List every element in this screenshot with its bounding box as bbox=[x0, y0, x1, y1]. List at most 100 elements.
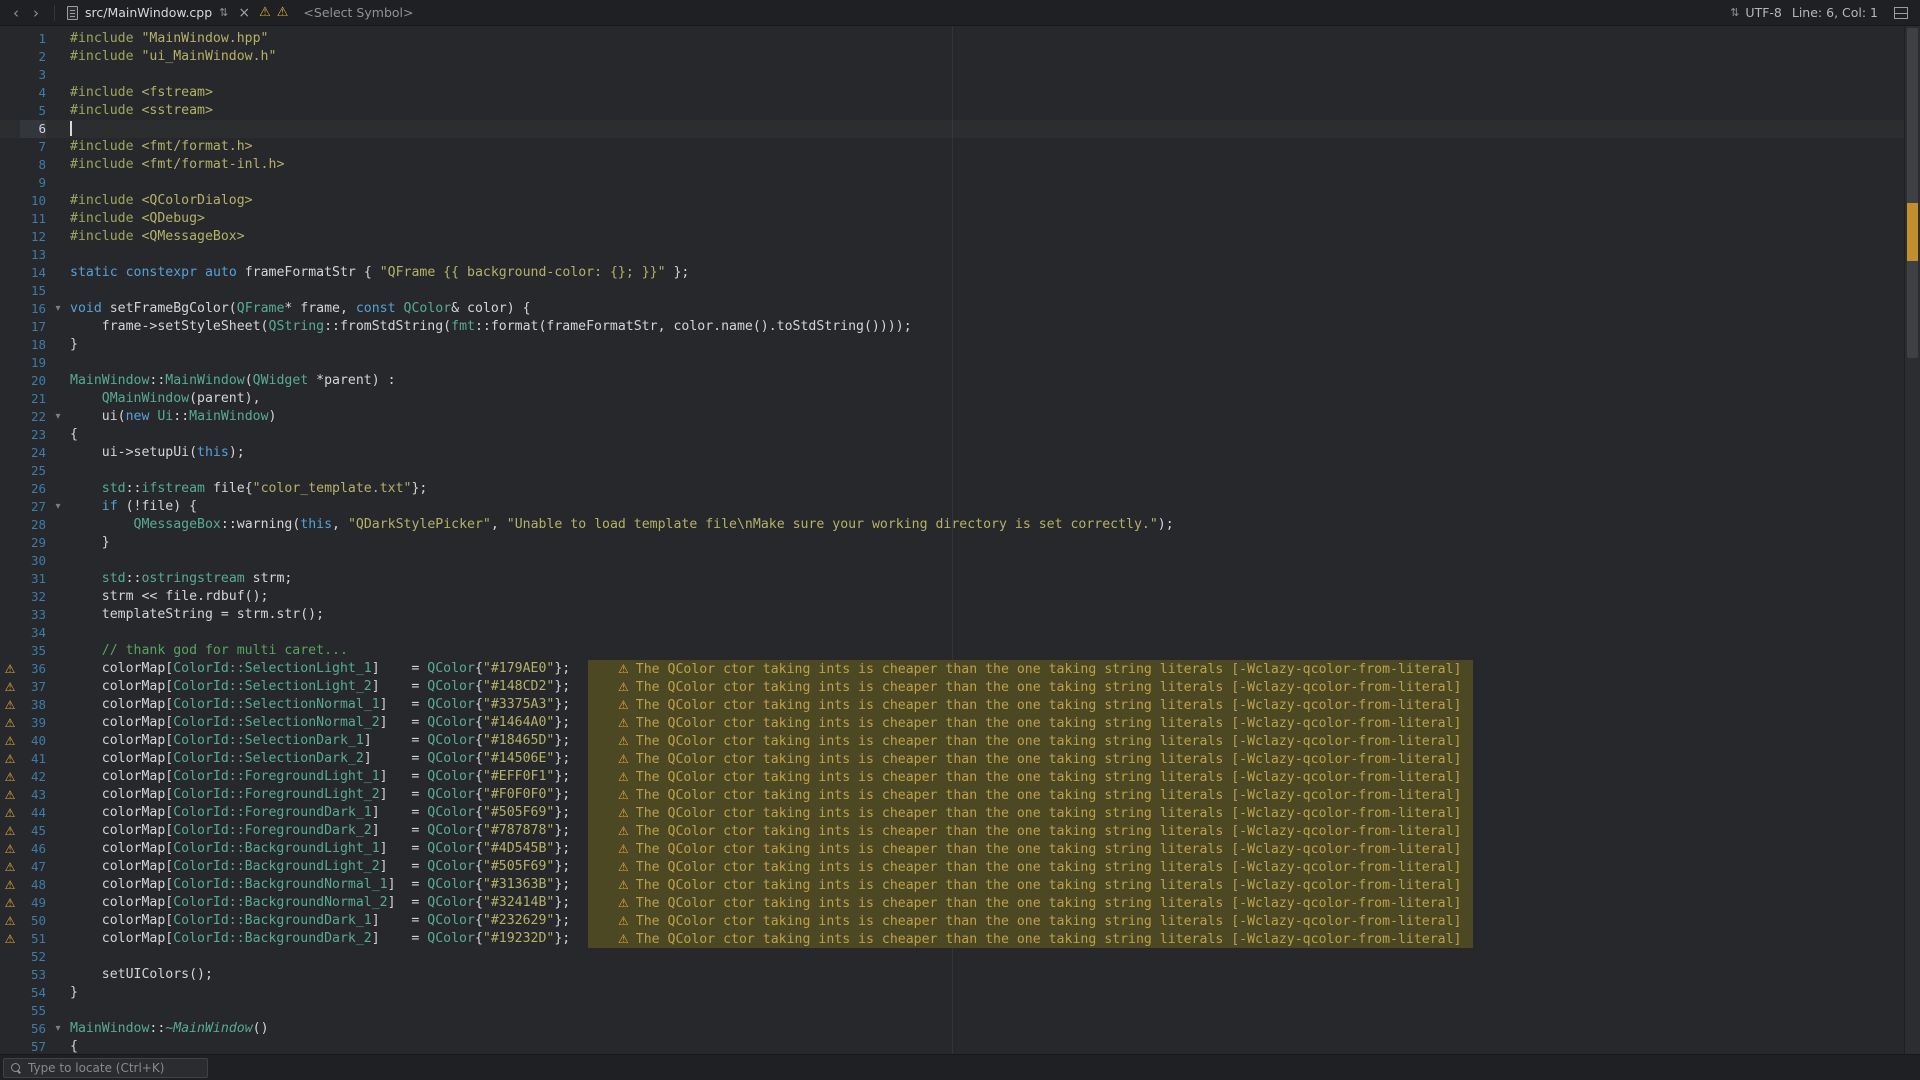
code-line[interactable]: 29 } bbox=[0, 534, 1904, 552]
line-number[interactable]: 23 bbox=[20, 426, 46, 444]
code-text[interactable]: // thank god for multi caret... bbox=[70, 642, 348, 660]
code-text[interactable]: #include <fstream> bbox=[70, 84, 213, 102]
parse-warning-icon[interactable]: ⚠ bbox=[259, 1, 271, 25]
line-number[interactable]: 25 bbox=[20, 462, 46, 480]
code-line[interactable]: 9 bbox=[0, 174, 1904, 192]
code-line[interactable]: 10#include <QColorDialog> bbox=[0, 192, 1904, 210]
line-number[interactable]: 19 bbox=[20, 354, 46, 372]
code-line[interactable]: ⚠39 colorMap[ColorId::SelectionNormal_2]… bbox=[0, 714, 1904, 732]
code-text[interactable]: colorMap[ColorId::ForegroundLight_2] = Q… bbox=[70, 786, 570, 804]
code-text[interactable]: frame->setStyleSheet(QString::fromStdStr… bbox=[70, 318, 912, 336]
code-text[interactable]: colorMap[ColorId::SelectionDark_2] = QCo… bbox=[70, 750, 570, 768]
line-number[interactable]: 24 bbox=[20, 444, 46, 462]
code-text[interactable]: } bbox=[70, 534, 110, 552]
code-line[interactable]: ⚠49 colorMap[ColorId::BackgroundNormal_2… bbox=[0, 894, 1904, 912]
code-line[interactable]: 24 ui->setupUi(this); bbox=[0, 444, 1904, 462]
line-number[interactable]: 14 bbox=[20, 264, 46, 282]
line-number[interactable]: 55 bbox=[20, 1002, 46, 1020]
line-number[interactable]: 28 bbox=[20, 516, 46, 534]
code-text[interactable]: colorMap[ColorId::SelectionDark_1] = QCo… bbox=[70, 732, 570, 750]
code-text[interactable]: colorMap[ColorId::ForegroundDark_2] = QC… bbox=[70, 822, 570, 840]
line-number[interactable]: 20 bbox=[20, 372, 46, 390]
line-number[interactable]: 43 bbox=[20, 786, 46, 804]
vertical-scrollbar[interactable] bbox=[1904, 26, 1920, 1054]
line-number[interactable]: 48 bbox=[20, 876, 46, 894]
code-text[interactable]: static constexpr auto frameFormatStr { "… bbox=[70, 264, 689, 282]
code-line[interactable]: ⚠44 colorMap[ColorId::ForegroundDark_1] … bbox=[0, 804, 1904, 822]
code-line[interactable]: 56▾MainWindow::~MainWindow() bbox=[0, 1020, 1904, 1038]
line-number[interactable]: 3 bbox=[20, 66, 46, 84]
line-number[interactable]: 1 bbox=[20, 30, 46, 48]
code-text[interactable]: { bbox=[70, 426, 78, 444]
code-area[interactable]: 1#include "MainWindow.hpp"2#include "ui_… bbox=[0, 30, 1904, 1054]
code-line[interactable]: 54} bbox=[0, 984, 1904, 1002]
code-line[interactable]: 25 bbox=[0, 462, 1904, 480]
symbol-select-dropdown[interactable]: <Select Symbol> bbox=[303, 5, 413, 20]
line-number[interactable]: 9 bbox=[20, 174, 46, 192]
line-number[interactable]: 52 bbox=[20, 948, 46, 966]
line-number[interactable]: 22 bbox=[20, 408, 46, 426]
line-number[interactable]: 5 bbox=[20, 102, 46, 120]
code-text[interactable]: #include <fmt/format-inl.h> bbox=[70, 156, 284, 174]
code-line[interactable]: 12#include <QMessageBox> bbox=[0, 228, 1904, 246]
code-line[interactable]: 4#include <fstream> bbox=[0, 84, 1904, 102]
line-number[interactable]: 50 bbox=[20, 912, 46, 930]
code-line[interactable]: 8#include <fmt/format-inl.h> bbox=[0, 156, 1904, 174]
line-number[interactable]: 51 bbox=[20, 930, 46, 948]
line-number[interactable]: 29 bbox=[20, 534, 46, 552]
code-line[interactable]: 53 setUIColors(); bbox=[0, 966, 1904, 984]
line-number[interactable]: 11 bbox=[20, 210, 46, 228]
code-line[interactable]: 33 templateString = strm.str(); bbox=[0, 606, 1904, 624]
line-number[interactable]: 17 bbox=[20, 318, 46, 336]
code-line[interactable]: 13 bbox=[0, 246, 1904, 264]
code-line[interactable]: ⚠51 colorMap[ColorId::BackgroundDark_2] … bbox=[0, 930, 1904, 948]
code-text[interactable]: QMessageBox::warning(this, "QDarkStylePi… bbox=[70, 516, 1174, 534]
document-updown-icon[interactable]: ⇅ bbox=[219, 1, 228, 25]
code-text[interactable]: colorMap[ColorId::BackgroundDark_2] = QC… bbox=[70, 930, 570, 948]
code-line[interactable]: 55 bbox=[0, 1002, 1904, 1020]
code-text[interactable]: void setFrameBgColor(QFrame* frame, cons… bbox=[70, 300, 531, 318]
code-text[interactable]: colorMap[ColorId::BackgroundLight_1] = Q… bbox=[70, 840, 570, 858]
code-line[interactable]: 2#include "ui_MainWindow.h" bbox=[0, 48, 1904, 66]
line-number[interactable]: 54 bbox=[20, 984, 46, 1002]
code-line[interactable]: 27▾ if (!file) { bbox=[0, 498, 1904, 516]
code-line[interactable]: ⚠40 colorMap[ColorId::SelectionDark_1] =… bbox=[0, 732, 1904, 750]
fold-marker-icon[interactable]: ▾ bbox=[46, 408, 70, 426]
line-number[interactable]: 18 bbox=[20, 336, 46, 354]
code-text[interactable]: ui->setupUi(this); bbox=[70, 444, 245, 462]
code-text[interactable]: colorMap[ColorId::BackgroundNormal_1] = … bbox=[70, 876, 570, 894]
code-text[interactable]: #include <QColorDialog> bbox=[70, 192, 253, 210]
code-line[interactable]: ⚠37 colorMap[ColorId::SelectionLight_2] … bbox=[0, 678, 1904, 696]
code-text[interactable]: { bbox=[70, 1038, 78, 1054]
line-number[interactable]: 6 bbox=[20, 120, 46, 138]
code-line[interactable]: 15 bbox=[0, 282, 1904, 300]
code-line[interactable]: 19 bbox=[0, 354, 1904, 372]
line-number[interactable]: 46 bbox=[20, 840, 46, 858]
code-line[interactable]: 52 bbox=[0, 948, 1904, 966]
code-text[interactable]: #include <fmt/format.h> bbox=[70, 138, 253, 156]
line-number[interactable]: 27 bbox=[20, 498, 46, 516]
code-text[interactable]: setUIColors(); bbox=[70, 966, 213, 984]
code-line[interactable]: 1#include "MainWindow.hpp" bbox=[0, 30, 1904, 48]
line-number[interactable]: 44 bbox=[20, 804, 46, 822]
line-number[interactable]: 56 bbox=[20, 1020, 46, 1038]
line-number[interactable]: 30 bbox=[20, 552, 46, 570]
code-line[interactable]: 18} bbox=[0, 336, 1904, 354]
code-text[interactable]: colorMap[ColorId::BackgroundDark_1] = QC… bbox=[70, 912, 570, 930]
line-number[interactable]: 35 bbox=[20, 642, 46, 660]
code-editor[interactable]: 1#include "MainWindow.hpp"2#include "ui_… bbox=[0, 26, 1920, 1054]
code-line[interactable]: ⚠45 colorMap[ColorId::ForegroundDark_2] … bbox=[0, 822, 1904, 840]
code-text[interactable]: } bbox=[70, 336, 78, 354]
code-line[interactable]: 6 bbox=[0, 120, 1904, 138]
code-line[interactable]: 5#include <sstream> bbox=[0, 102, 1904, 120]
code-text[interactable]: colorMap[ColorId::ForegroundDark_1] = QC… bbox=[70, 804, 570, 822]
line-number[interactable]: 38 bbox=[20, 696, 46, 714]
code-line[interactable]: 16▾void setFrameBgColor(QFrame* frame, c… bbox=[0, 300, 1904, 318]
code-text[interactable]: templateString = strm.str(); bbox=[70, 606, 324, 624]
line-number[interactable]: 15 bbox=[20, 282, 46, 300]
code-text[interactable]: std::ifstream file{"color_template.txt"}… bbox=[70, 480, 427, 498]
code-line[interactable]: ⚠48 colorMap[ColorId::BackgroundNormal_1… bbox=[0, 876, 1904, 894]
line-number[interactable]: 12 bbox=[20, 228, 46, 246]
line-number[interactable]: 39 bbox=[20, 714, 46, 732]
line-number[interactable]: 34 bbox=[20, 624, 46, 642]
